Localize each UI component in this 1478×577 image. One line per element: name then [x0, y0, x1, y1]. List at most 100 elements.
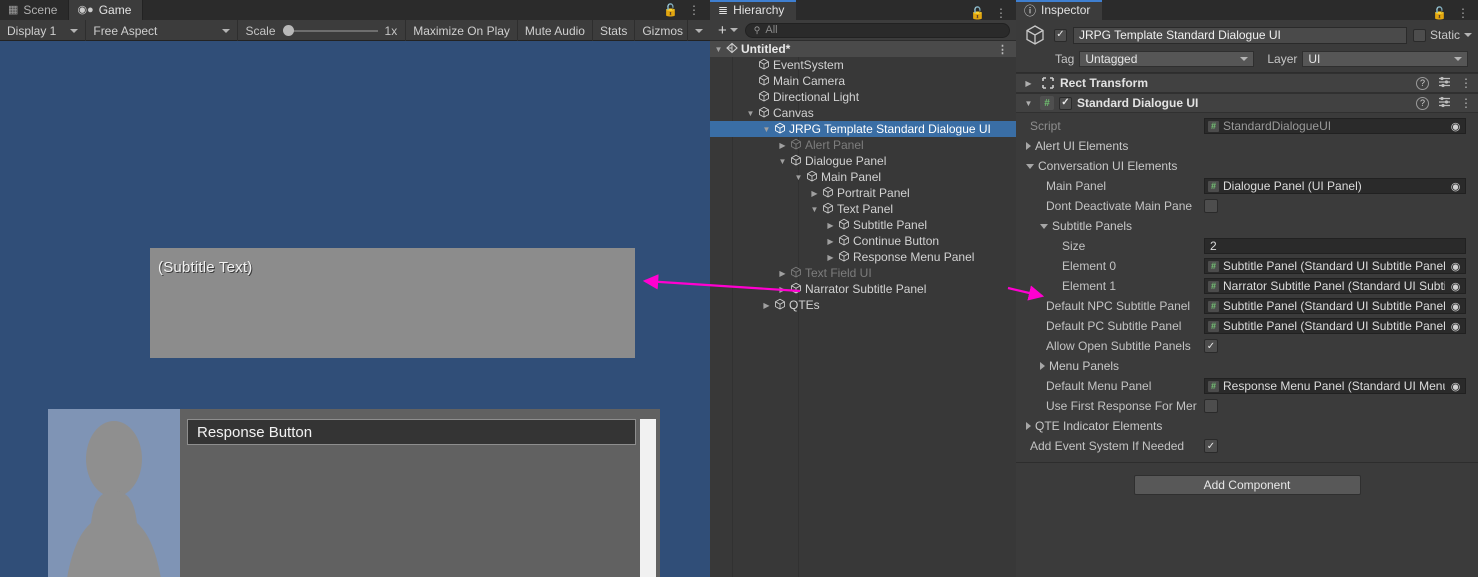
kebab-menu-icon[interactable]: ⋮	[688, 4, 700, 16]
component-header-standard-dialogue-ui[interactable]: ▼ # ✓ Standard Dialogue UI ? ⋮	[1016, 93, 1478, 113]
stats-button[interactable]: Stats	[593, 20, 636, 41]
property-foldout[interactable]: Conversation UI Elements	[1026, 159, 1177, 173]
lock-icon[interactable]: 🔓	[970, 6, 985, 20]
hierarchy-row[interactable]: ▼ Untitled* ⋮	[710, 41, 1016, 57]
property-foldout[interactable]: Menu Panels	[1026, 359, 1119, 373]
kebab-menu-icon[interactable]: ⋮	[1460, 76, 1472, 90]
tab-inspector[interactable]: ⓘ Inspector	[1016, 0, 1103, 20]
twisty-expanded-icon[interactable]: ▼	[776, 157, 789, 166]
object-reference-field[interactable]: # StandardDialogueUI ◉	[1204, 118, 1466, 134]
hierarchy-row[interactable]: ▼ Canvas	[710, 105, 1016, 121]
hierarchy-row[interactable]: ▶ EventSystem	[710, 57, 1016, 73]
hierarchy-row[interactable]: ▶ Main Camera	[710, 73, 1016, 89]
property-checkbox[interactable]: ✓	[1204, 399, 1218, 413]
twisty-collapsed-icon[interactable]: ▶	[776, 269, 789, 278]
number-field[interactable]: 2	[1204, 238, 1466, 254]
foldout-arrow-icon[interactable]: ▼	[1022, 99, 1035, 108]
game-render-view[interactable]: (Subtitle Text) (Name) Response Button	[0, 41, 710, 577]
object-reference-field[interactable]: # Dialogue Panel (UI Panel) ◉	[1204, 178, 1466, 194]
twisty-expanded-icon[interactable]: ▼	[760, 125, 773, 134]
property-checkbox[interactable]: ✓	[1204, 439, 1218, 453]
property-foldout[interactable]: Alert UI Elements	[1026, 139, 1128, 153]
mute-audio-button[interactable]: Mute Audio	[518, 20, 593, 41]
hierarchy-row[interactable]: ▶ Alert Panel	[710, 137, 1016, 153]
twisty-expanded-icon[interactable]: ▼	[744, 109, 757, 118]
gizmos-button[interactable]: Gizmos	[635, 20, 688, 41]
scale-slider-group[interactable]: Scale 1x	[238, 20, 407, 41]
hierarchy-tree[interactable]: ▼ Untitled* ⋮ ▶ EventSystem ▶ Main Camera ▶ Dire…	[710, 41, 1016, 577]
scale-slider[interactable]	[282, 25, 378, 37]
hierarchy-row[interactable]: ▼ Dialogue Panel	[710, 153, 1016, 169]
maximize-on-play-button[interactable]: Maximize On Play	[406, 20, 518, 41]
twisty-expanded-icon[interactable]: ▼	[792, 173, 805, 182]
twisty-collapsed-icon[interactable]: ▶	[808, 189, 821, 198]
tab-game[interactable]: ◉● Game	[69, 0, 144, 20]
gizmos-dropdown[interactable]	[688, 20, 710, 41]
property-checkbox[interactable]: ✓	[1204, 199, 1218, 213]
kebab-menu-icon[interactable]: ⋮	[1460, 96, 1472, 110]
lock-icon[interactable]: 🔓	[1432, 6, 1447, 20]
tag-dropdown[interactable]: Untagged	[1079, 50, 1255, 67]
hierarchy-search-input[interactable]: ⚲ All	[744, 22, 1010, 38]
hierarchy-row[interactable]: ▼ JRPG Template Standard Dialogue UI	[710, 121, 1016, 137]
object-reference-field[interactable]: # Subtitle Panel (Standard UI Subtitle Pa…	[1204, 318, 1466, 334]
layer-dropdown[interactable]: UI	[1302, 50, 1469, 67]
help-icon[interactable]: ?	[1416, 96, 1429, 110]
hierarchy-row[interactable]: ▶ Subtitle Panel	[710, 217, 1016, 233]
twisty-collapsed-icon[interactable]: ▶	[776, 285, 789, 294]
object-reference-field[interactable]: # Response Menu Panel (Standard UI Menu ◉	[1204, 378, 1466, 394]
hierarchy-row[interactable]: ▶ Text Field UI	[710, 265, 1016, 281]
twisty-collapsed-icon[interactable]: ▶	[824, 253, 837, 262]
hierarchy-row[interactable]: ▶ QTEs	[710, 297, 1016, 313]
component-enabled-checkbox[interactable]: ✓	[1059, 96, 1072, 110]
create-gameobject-button[interactable]: +	[716, 23, 740, 38]
object-picker-icon[interactable]: ◉	[1449, 280, 1462, 293]
tab-hierarchy[interactable]: ≣ Hierarchy	[710, 0, 797, 20]
foldout-arrow-icon[interactable]: ▶	[1022, 79, 1035, 88]
hierarchy-row[interactable]: ▶ Response Menu Panel	[710, 249, 1016, 265]
twisty-collapsed-icon[interactable]: ▶	[760, 301, 773, 310]
twisty-expanded-icon[interactable]: ▼	[808, 205, 821, 214]
display-dropdown[interactable]: Display 1	[0, 20, 87, 41]
kebab-menu-icon[interactable]: ⋮	[997, 41, 1008, 57]
hierarchy-row[interactable]: ▶ Directional Light	[710, 89, 1016, 105]
help-icon[interactable]: ?	[1416, 76, 1429, 90]
object-picker-icon[interactable]: ◉	[1449, 180, 1462, 193]
component-header-rect-transform[interactable]: ▶ Rect Transform ? ⋮	[1016, 73, 1478, 93]
kebab-menu-icon[interactable]: ⋮	[1457, 6, 1469, 20]
hierarchy-row[interactable]: ▼ Main Panel	[710, 169, 1016, 185]
preset-icon[interactable]	[1438, 95, 1451, 111]
hierarchy-row[interactable]: ▶ Narrator Subtitle Panel	[710, 281, 1016, 297]
chevron-down-icon[interactable]	[1464, 33, 1472, 37]
response-button[interactable]: Response Button	[187, 419, 636, 445]
tab-scene[interactable]: ▦ Scene	[0, 0, 70, 20]
add-component-button[interactable]: Add Component	[1133, 475, 1361, 495]
gameobject-name-input[interactable]: JRPG Template Standard Dialogue UI	[1073, 26, 1407, 44]
static-checkbox[interactable]: ✓	[1412, 28, 1426, 42]
twisty-expanded-icon[interactable]: ▼	[712, 45, 725, 54]
object-reference-field[interactable]: # Narrator Subtitle Panel (Standard UI Su…	[1204, 278, 1466, 294]
hierarchy-row[interactable]: ▼ Text Panel	[710, 201, 1016, 217]
aspect-dropdown[interactable]: Free Aspect	[86, 20, 238, 41]
property-checkbox[interactable]: ✓	[1204, 339, 1218, 353]
gameobject-enabled-checkbox[interactable]: ✓	[1054, 28, 1067, 42]
preset-icon[interactable]	[1438, 75, 1451, 91]
twisty-collapsed-icon[interactable]: ▶	[824, 237, 837, 246]
lock-icon[interactable]: 🔓	[663, 4, 678, 16]
twisty-collapsed-icon[interactable]: ▶	[824, 221, 837, 230]
object-picker-icon[interactable]: ◉	[1449, 380, 1462, 393]
object-reference-field[interactable]: # Subtitle Panel (Standard UI Subtitle Pa…	[1204, 258, 1466, 274]
property-foldout[interactable]: QTE Indicator Elements	[1026, 419, 1162, 433]
object-reference-field[interactable]: # Subtitle Panel (Standard UI Subtitle Pa…	[1204, 298, 1466, 314]
kebab-menu-icon[interactable]: ⋮	[995, 6, 1007, 20]
slider-knob[interactable]	[282, 25, 294, 36]
object-picker-icon[interactable]: ◉	[1449, 120, 1462, 133]
hierarchy-row[interactable]: ▶ Continue Button	[710, 233, 1016, 249]
object-picker-icon[interactable]: ◉	[1449, 320, 1462, 333]
property-foldout[interactable]: Subtitle Panels	[1026, 219, 1132, 233]
object-picker-icon[interactable]: ◉	[1449, 260, 1462, 273]
hierarchy-row[interactable]: ▶ Portrait Panel	[710, 185, 1016, 201]
static-toggle-group[interactable]: ✓ Static	[1412, 28, 1472, 42]
response-scrollbar-thumb[interactable]	[640, 419, 656, 577]
twisty-collapsed-icon[interactable]: ▶	[776, 141, 789, 150]
